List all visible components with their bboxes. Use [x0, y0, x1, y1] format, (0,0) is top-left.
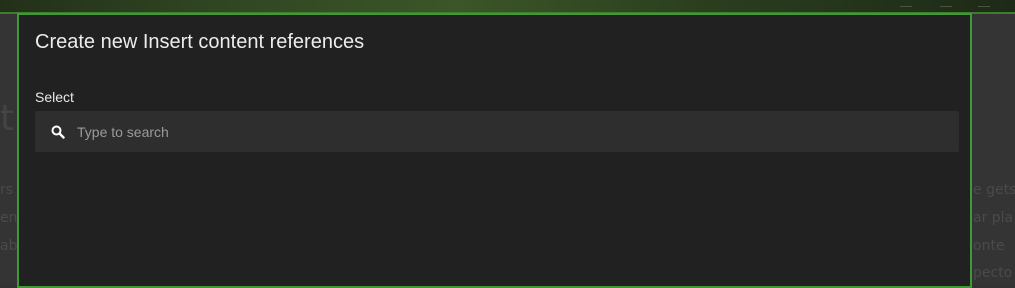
search-icon — [940, 0, 952, 7]
hero-image-strip — [0, 0, 1015, 14]
page-heading-fragment: t — [0, 98, 15, 139]
create-content-reference-modal: Create new Insert content references Sel… — [17, 13, 972, 288]
select-field-label: Select — [35, 89, 74, 105]
page-text-fragment: onte — [973, 238, 1005, 254]
search-icon — [51, 124, 65, 139]
page-text-fragment: rs — [0, 182, 14, 198]
nav-icon — [900, 0, 912, 7]
page-text-fragment: en — [0, 210, 18, 226]
modal-title: Create new Insert content references — [35, 31, 365, 53]
menu-icon — [978, 0, 990, 7]
page-text-fragment: pecto — [973, 265, 1013, 281]
search-input[interactable] — [75, 111, 947, 152]
page-text-fragment: ar pla — [973, 210, 1014, 226]
search-field[interactable] — [35, 111, 959, 152]
page-text-fragment: e gets — [973, 182, 1015, 198]
